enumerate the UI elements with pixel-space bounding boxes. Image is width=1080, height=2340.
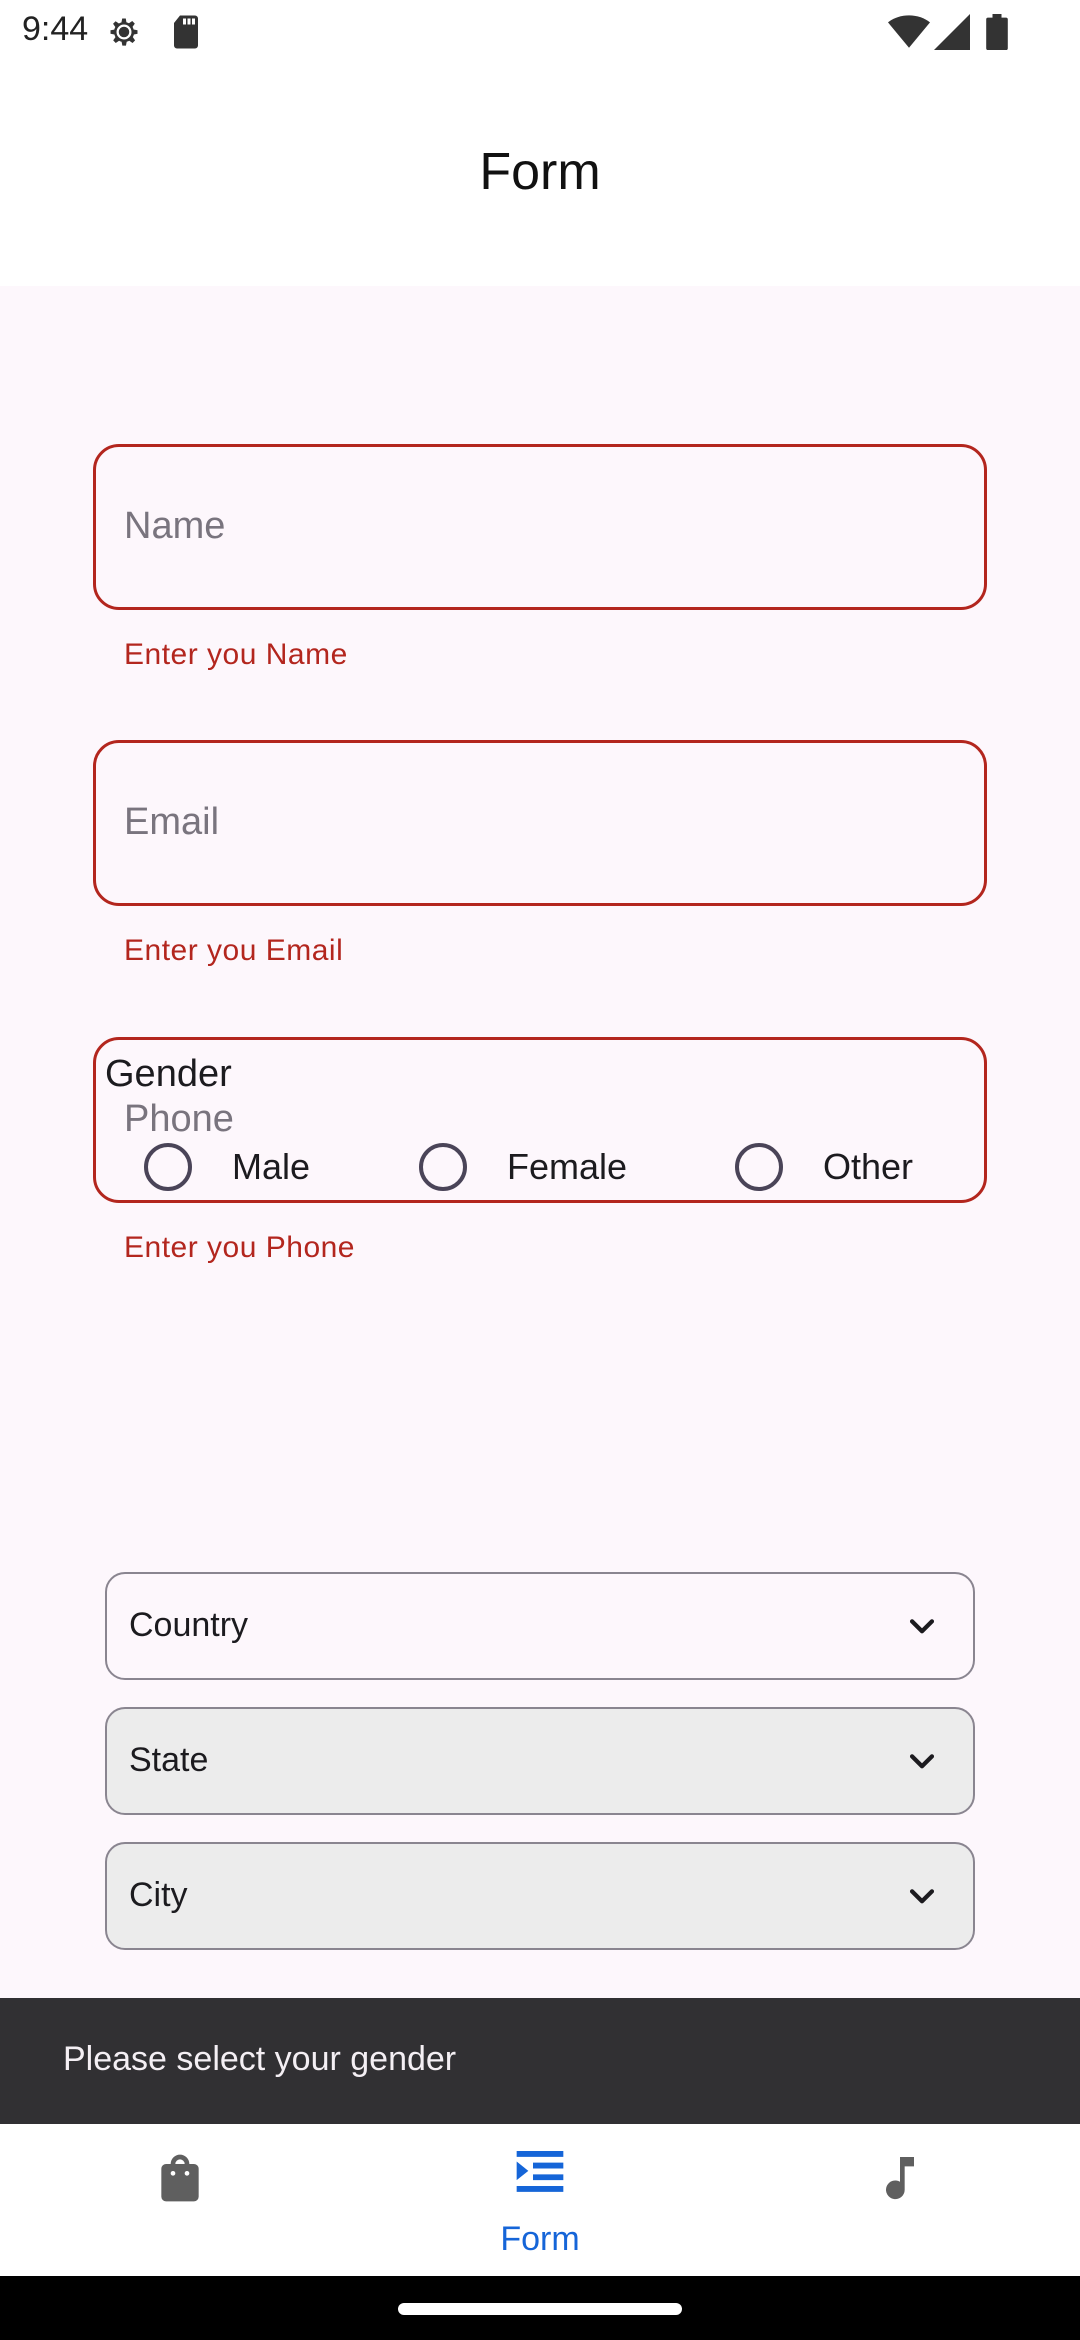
phone-error: Enter you Phone bbox=[124, 1231, 355, 1264]
status-time: 9:44 bbox=[22, 10, 89, 48]
snackbar-message: Please select your gender bbox=[63, 2040, 457, 2078]
radio-unchecked-icon[interactable] bbox=[735, 1143, 783, 1191]
email-placeholder: Email bbox=[124, 801, 220, 843]
name-field[interactable]: Name bbox=[93, 444, 987, 610]
system-gesture-bar bbox=[0, 2276, 1080, 2340]
status-bar: 9:44 bbox=[0, 0, 1080, 62]
radio-unchecked-icon[interactable] bbox=[419, 1143, 467, 1191]
chevron-down-icon bbox=[909, 1889, 935, 1904]
gender-label: Gender bbox=[105, 1053, 232, 1095]
state-dropdown-label: State bbox=[129, 1741, 209, 1779]
phone-placeholder: Phone bbox=[124, 1098, 234, 1140]
country-dropdown-label: Country bbox=[129, 1606, 249, 1644]
gender-option-label: Other bbox=[823, 1146, 914, 1187]
email-error: Enter you Email bbox=[124, 934, 344, 967]
snackbar: Please select your gender bbox=[0, 1998, 1080, 2124]
home-gesture-handle[interactable] bbox=[398, 2303, 682, 2315]
nav-item-shop[interactable] bbox=[0, 2124, 360, 2276]
battery-icon bbox=[986, 14, 1008, 55]
email-field[interactable]: Email bbox=[93, 740, 987, 906]
music-note-icon[interactable] bbox=[872, 2150, 928, 2206]
gender-option-label: Male bbox=[232, 1146, 311, 1187]
cell-signal-icon bbox=[934, 14, 970, 55]
state-dropdown[interactable]: State bbox=[105, 1707, 975, 1815]
city-dropdown[interactable]: City bbox=[105, 1842, 975, 1950]
gender-radio-female[interactable]: Female bbox=[419, 1143, 627, 1191]
chevron-down-icon bbox=[909, 1754, 935, 1769]
nav-item-form[interactable]: Form bbox=[360, 2124, 720, 2276]
name-error: Enter you Name bbox=[124, 638, 348, 671]
shopping-bag-icon[interactable] bbox=[152, 2150, 208, 2206]
gender-radio-other[interactable]: Other bbox=[735, 1143, 913, 1191]
gender-option-label: Female bbox=[507, 1146, 628, 1187]
form-list-icon[interactable] bbox=[512, 2144, 568, 2200]
app-bar: Form bbox=[0, 62, 1080, 286]
chevron-down-icon bbox=[909, 1619, 935, 1634]
radio-unchecked-icon[interactable] bbox=[144, 1143, 192, 1191]
nav-item-music[interactable] bbox=[720, 2124, 1080, 2276]
wifi-icon bbox=[888, 14, 930, 55]
bottom-navigation: Form bbox=[0, 2124, 1080, 2276]
page-title: Form bbox=[479, 143, 601, 201]
sd-card-icon bbox=[170, 14, 202, 55]
country-dropdown[interactable]: Country bbox=[105, 1572, 975, 1680]
name-placeholder: Name bbox=[124, 505, 226, 547]
city-dropdown-label: City bbox=[129, 1876, 188, 1914]
nav-label: Form bbox=[500, 2220, 580, 2258]
gender-radio-male[interactable]: Male bbox=[144, 1143, 310, 1191]
settings-gear-icon bbox=[106, 14, 142, 55]
